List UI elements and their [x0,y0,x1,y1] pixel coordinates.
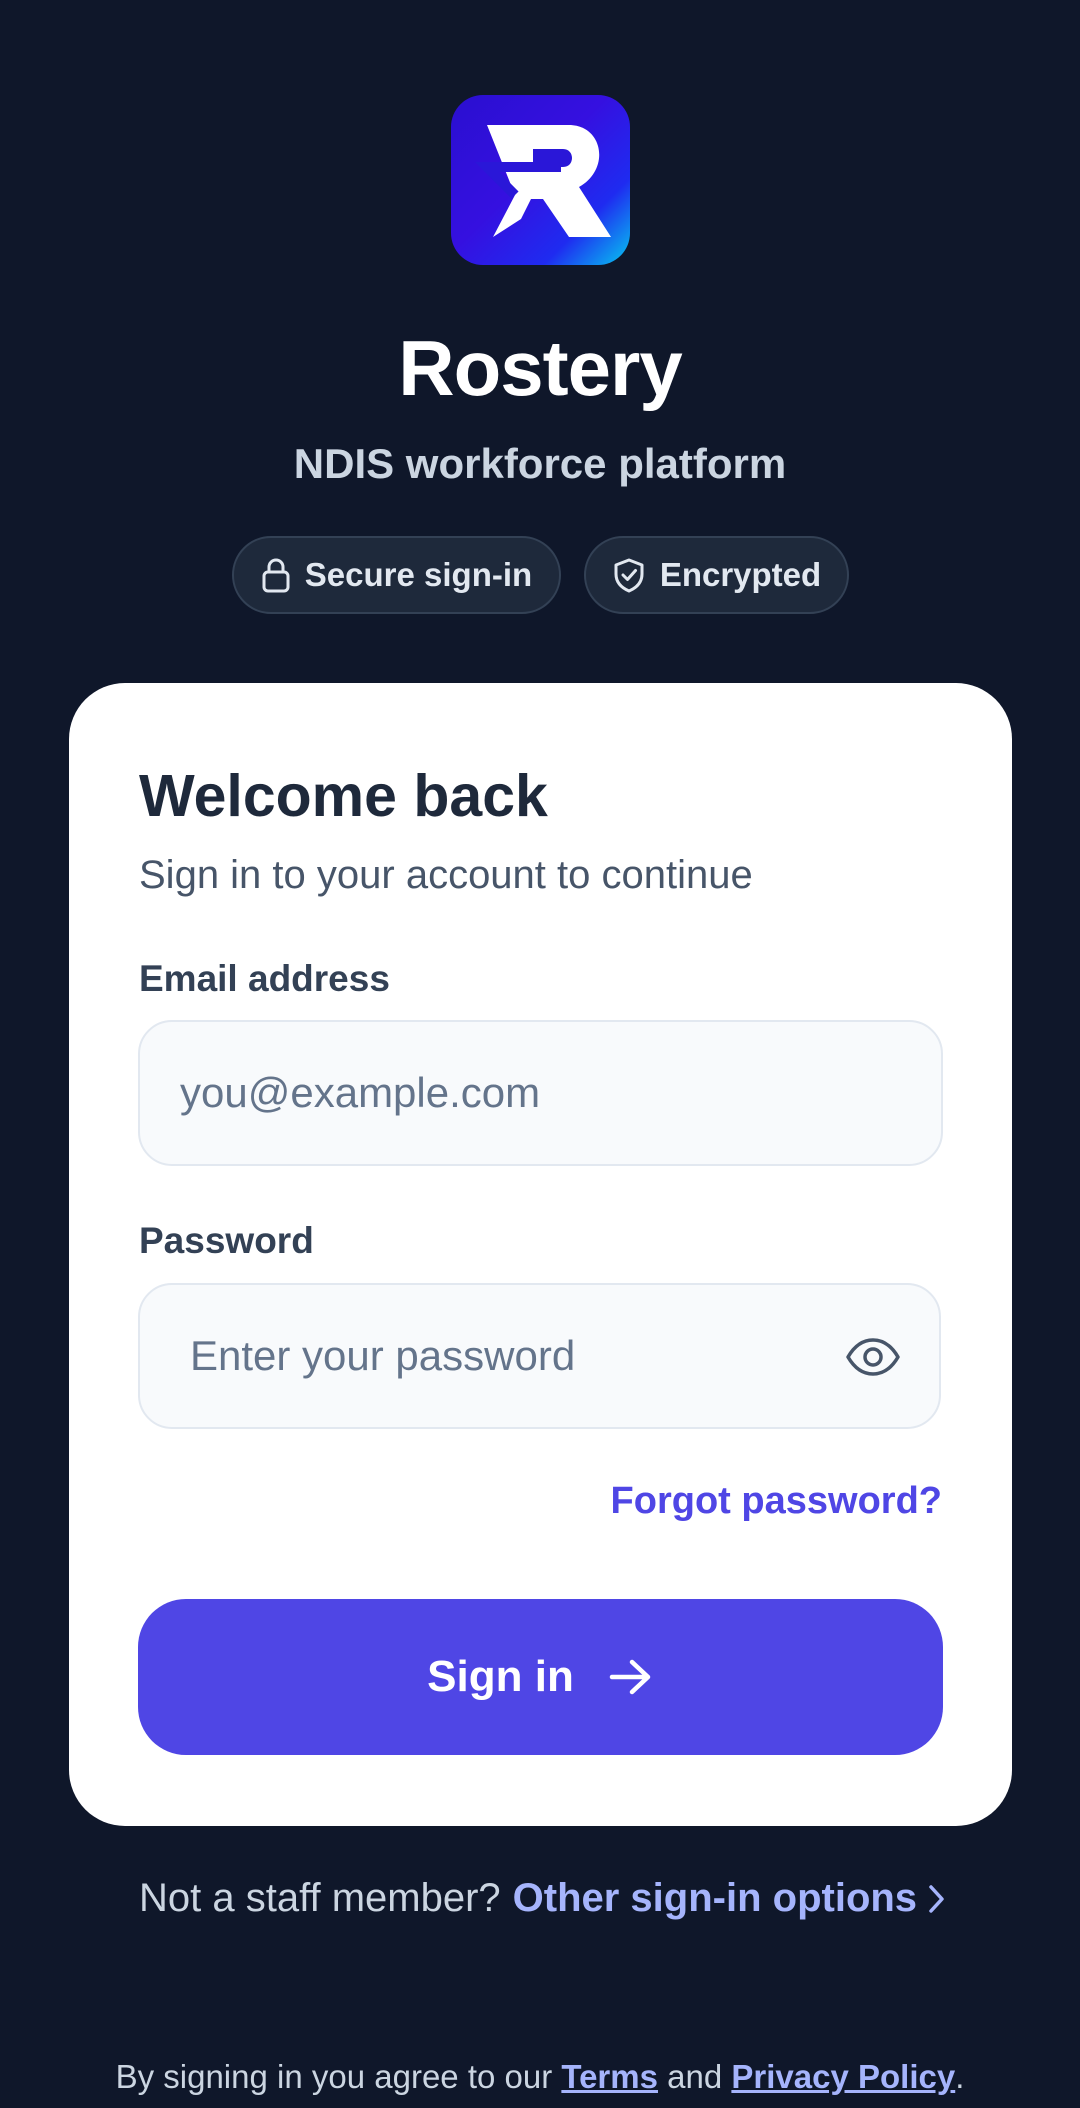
email-field-container [138,1020,943,1166]
privacy-policy-link[interactable]: Privacy Policy [731,2058,955,2095]
secure-sign-in-label: Secure sign-in [304,556,533,593]
app-title: Rostery [398,324,682,412]
sign-in-label: Sign in [427,1652,574,1701]
email-label: Email address [139,958,390,999]
alternate-sign-in-row: Not a staff member? Other sign-in option… [139,1876,947,1921]
email-field[interactable] [180,1022,840,1164]
encrypted-badge: Encrypted [584,536,849,614]
shield-check-icon [612,557,646,593]
encrypted-label: Encrypted [659,556,822,593]
lock-icon [261,557,291,593]
legal-footer: By signing in you agree to our Terms and… [0,2058,1080,2096]
password-label: Password [139,1220,314,1261]
not-staff-prompt: Not a staff member? [139,1876,501,1920]
card-subtitle: Sign in to your account to continue [139,853,753,897]
arrow-right-icon [608,1657,654,1697]
other-sign-in-options-link[interactable]: Other sign-in options [513,1876,917,1921]
rostery-logo-icon [451,95,630,265]
show-password-toggle[interactable] [845,1329,901,1385]
chevron-right-icon[interactable] [927,1883,947,1915]
sign-in-card: Welcome back Sign in to your account to … [69,683,1012,1826]
sign-in-button[interactable]: Sign in [138,1599,943,1755]
footer-prefix: By signing in you agree to our [115,2058,562,2095]
password-field-container [138,1283,941,1429]
footer-middle: and [657,2058,732,2095]
app-subtitle: NDIS workforce platform [293,440,787,487]
secure-sign-in-badge: Secure sign-in [232,536,561,614]
login-page: Rostery NDIS workforce platform Secure s… [0,0,1080,2108]
forgot-password-link[interactable]: Forgot password? [611,1480,942,1523]
card-title: Welcome back [139,763,548,829]
footer-suffix: . [955,2058,965,2095]
eye-icon [846,1338,900,1376]
password-field[interactable] [190,1285,790,1427]
terms-link[interactable]: Terms [561,2058,658,2095]
